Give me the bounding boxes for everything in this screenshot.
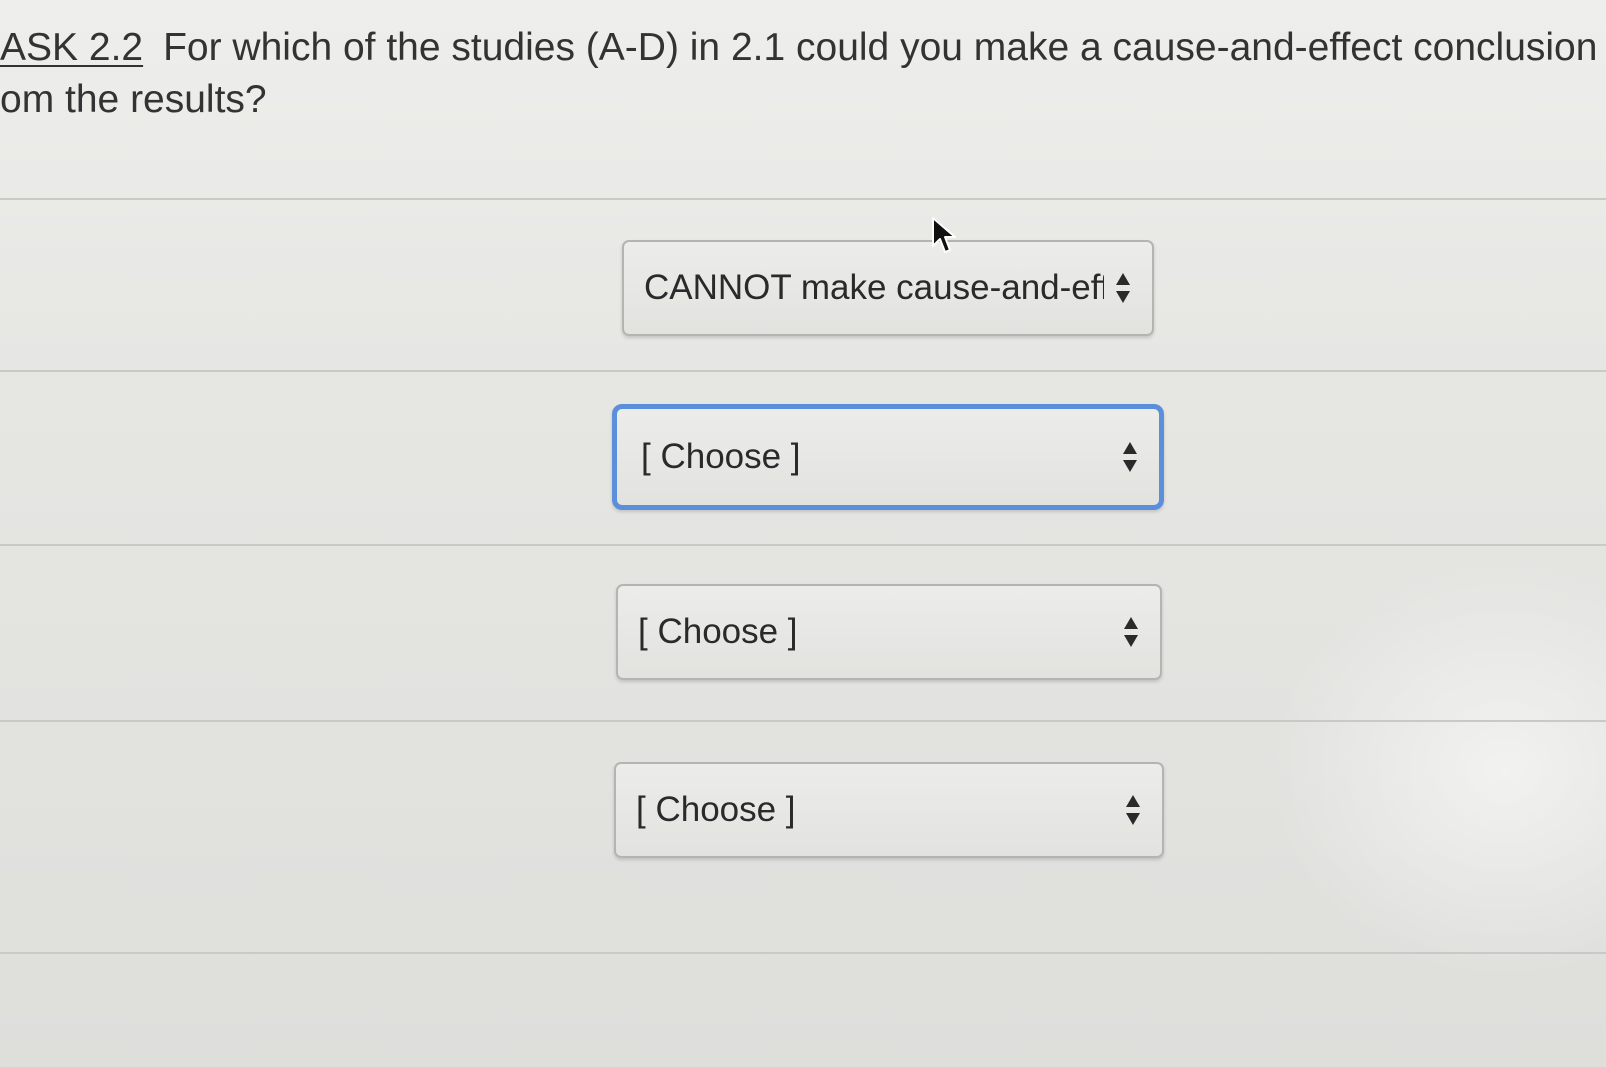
task-reference-link[interactable]: ASK 2.2 bbox=[0, 26, 143, 69]
sort-arrows-icon bbox=[1124, 793, 1142, 827]
row-divider bbox=[0, 370, 1606, 372]
mouse-pointer-icon bbox=[932, 217, 956, 253]
question-prompt: ASK 2.2 For which of the studies (A-D) in… bbox=[0, 22, 1606, 126]
answer-select-3[interactable]: [ Choose ] bbox=[616, 584, 1162, 680]
sort-arrows-icon bbox=[1114, 271, 1132, 305]
row-divider bbox=[0, 720, 1606, 722]
row-divider bbox=[0, 952, 1606, 954]
answer-select-1[interactable]: CANNOT make cause-and-effe bbox=[622, 240, 1154, 336]
select-value: [ Choose ] bbox=[641, 437, 801, 476]
sort-arrows-icon bbox=[1122, 615, 1140, 649]
select-value: CANNOT make cause-and-effe bbox=[644, 268, 1104, 307]
question-line-1: ASK 2.2 For which of the studies (A-D) in… bbox=[0, 22, 1606, 74]
screen-glare bbox=[1266, 560, 1606, 980]
answer-select-2[interactable]: [ Choose ] bbox=[612, 404, 1164, 510]
sort-arrows-icon bbox=[1121, 440, 1139, 474]
question-text: For which of the studies (A-D) in 2.1 co… bbox=[163, 26, 1598, 69]
row-divider bbox=[0, 544, 1606, 546]
answer-select-4[interactable]: [ Choose ] bbox=[614, 762, 1164, 858]
select-value: [ Choose ] bbox=[638, 612, 798, 651]
row-divider bbox=[0, 198, 1606, 200]
select-value: [ Choose ] bbox=[636, 790, 796, 829]
question-line-2: om the results? bbox=[0, 78, 267, 121]
